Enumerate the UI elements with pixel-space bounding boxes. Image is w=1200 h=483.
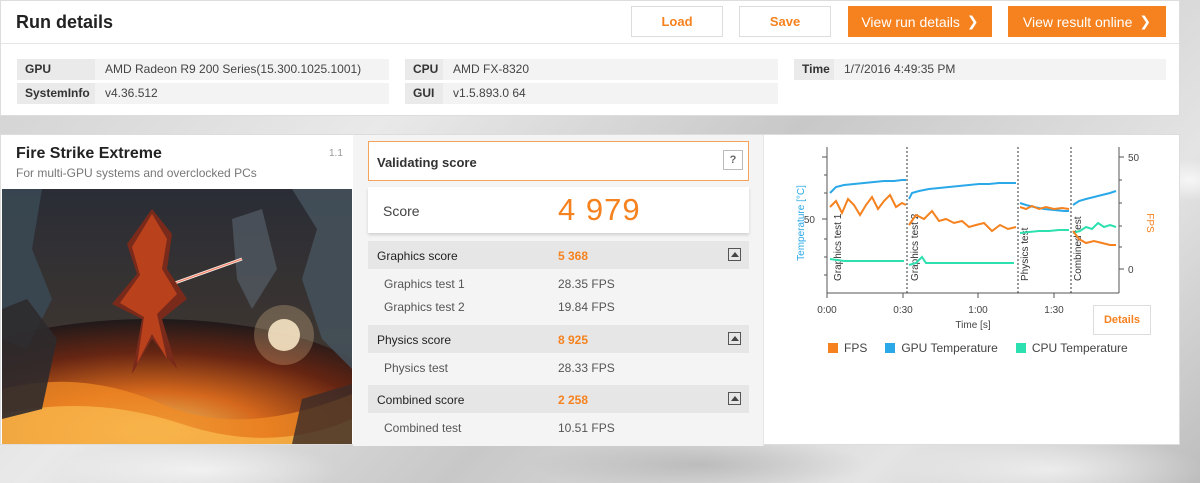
gui-label: GUI [405, 83, 443, 104]
view-run-details-label: View run details [861, 13, 960, 30]
right-tick-label-bottom: 0 [1128, 265, 1134, 276]
x-axis-title: Time [s] [955, 320, 990, 331]
legend-cpu-label: CPU Temperature [1031, 341, 1128, 355]
monitoring-chart: 50 50 0 0:00 0:30 1:00 1:30 Time [s] Tem… [764, 135, 1181, 446]
fps-series [908, 209, 1017, 233]
view-result-online-label: View result online [1022, 13, 1133, 30]
time-label: Time [794, 59, 834, 80]
fps-swatch [828, 343, 838, 353]
x-tick-label: 1:30 [1044, 305, 1064, 316]
segment-label: Combined test [1073, 216, 1084, 281]
gui-row: GUI v1.5.893.0 64 [405, 83, 778, 104]
left-axis-title: Temperature [°C] [796, 185, 807, 261]
details-button[interactable]: Details [1093, 305, 1151, 335]
x-tick-label: 0:00 [817, 305, 837, 316]
chevron-right-icon: ❯ [966, 13, 979, 29]
x-tick-label: 0:30 [893, 305, 913, 316]
graphics-score-label: Graphics score [377, 249, 458, 263]
cpu-temperature-series [908, 255, 1014, 266]
gpu-temperature-series [829, 179, 906, 194]
gpu-row: GPU AMD Radeon R9 200 Series(15.300.1025… [17, 59, 389, 80]
overall-score-box: Score 4 979 [368, 187, 749, 233]
collapse-physics-icon[interactable] [728, 332, 741, 345]
systeminfo-value: v4.36.512 [95, 83, 389, 104]
view-result-online-button[interactable]: View result online ❯ [1008, 6, 1166, 37]
graphics-test-1-value: 28.35 FPS [558, 277, 615, 291]
help-button[interactable]: ? [723, 150, 743, 170]
physics-score-value: 8 925 [558, 333, 589, 347]
right-tick-label-top: 50 [1128, 153, 1140, 164]
combined-score-value: 2 258 [558, 393, 589, 407]
combined-test-label: Combined test [384, 421, 462, 435]
collapse-graphics-icon[interactable] [728, 248, 741, 261]
test-title: Fire Strike Extreme [16, 145, 162, 162]
graphics-score-header: Graphics score 5 368 [368, 241, 749, 269]
segment-label: Graphics test 1 [833, 213, 844, 281]
time-value: 1/7/2016 4:49:35 PM [834, 59, 1166, 80]
fire-warrior-artwork [2, 189, 352, 444]
graphics-score-value: 5 368 [558, 249, 589, 263]
save-button[interactable]: Save [739, 6, 831, 37]
test-subtitle: For multi-GPU systems and overclocked PC… [16, 166, 257, 180]
collapse-combined-icon[interactable] [728, 392, 741, 405]
systeminfo-row: SystemInfo v4.36.512 [17, 83, 389, 104]
graphics-test-2-row: Graphics test 2 19.84 FPS [368, 296, 749, 318]
run-details-header: Run details Load Save View run details ❯… [1, 1, 1179, 44]
benchmark-result-panel: Fire Strike Extreme For multi-GPU system… [0, 134, 1181, 446]
graphics-test-2-label: Graphics test 2 [384, 300, 465, 314]
combined-test-row: Combined test 10.51 FPS [368, 417, 749, 439]
fps-series [829, 193, 907, 217]
legend-fps[interactable]: FPS [828, 341, 867, 355]
combined-test-value: 10.51 FPS [558, 421, 615, 435]
validating-score-label: Validating score [377, 155, 477, 170]
gui-value: v1.5.893.0 64 [443, 83, 778, 104]
combined-score-header: Combined score 2 258 [368, 385, 749, 413]
results-column: Validating score ? Score 4 979 Graphics … [353, 135, 763, 446]
cpu-row: CPU AMD FX-8320 [405, 59, 778, 80]
segment-label: Graphics test 2 [910, 213, 921, 281]
cpu-value: AMD FX-8320 [443, 59, 778, 80]
right-axis-title: FPS [1144, 213, 1155, 233]
legend-gpu-label: GPU Temperature [901, 341, 998, 355]
chevron-right-icon: ❯ [1139, 13, 1152, 29]
load-button[interactable]: Load [631, 6, 723, 37]
physics-test-label: Physics test [384, 361, 449, 375]
physics-test-value: 28.33 FPS [558, 361, 615, 375]
combined-score-label: Combined score [377, 393, 465, 407]
legend-fps-label: FPS [844, 341, 868, 355]
run-details-panel: Run details Load Save View run details ❯… [0, 0, 1180, 116]
validating-score-box: Validating score ? [368, 141, 749, 181]
physics-score-header: Physics score 8 925 [368, 325, 749, 353]
score-value: 4 979 [558, 192, 641, 227]
cpu-temperature-swatch [1015, 343, 1026, 353]
test-version: 1.1 [329, 148, 343, 159]
cpu-label: CPU [405, 59, 443, 80]
page-title: Run details [16, 12, 114, 32]
physics-test-row: Physics test 28.33 FPS [368, 357, 749, 379]
segment-label: Physics test [1020, 227, 1031, 281]
score-label: Score [383, 203, 420, 219]
gpu-temperature-series [1072, 190, 1117, 206]
gpu-temperature-swatch [885, 343, 896, 353]
chart-legend: FPS GPU Temperature CPU Temperature [828, 341, 1128, 355]
graphics-test-2-value: 19.84 FPS [558, 300, 615, 314]
gpu-value: AMD Radeon R9 200 Series(15.300.1025.100… [95, 59, 389, 80]
test-screenshot-image [2, 189, 352, 444]
gpu-label: GPU [17, 59, 95, 80]
view-run-details-button[interactable]: View run details ❯ [848, 6, 992, 37]
gpu-temperature-series [908, 182, 1016, 200]
systeminfo-label: SystemInfo [17, 83, 95, 104]
physics-score-label: Physics score [377, 333, 452, 347]
graphics-test-1-row: Graphics test 1 28.35 FPS [368, 273, 749, 295]
graphics-test-1-label: Graphics test 1 [384, 277, 465, 291]
legend-cpu-temperature[interactable]: CPU Temperature [1015, 341, 1128, 355]
legend-gpu-temperature[interactable]: GPU Temperature [885, 341, 998, 355]
x-tick-label: 1:00 [968, 305, 988, 316]
time-row: Time 1/7/2016 4:49:35 PM [794, 59, 1166, 80]
